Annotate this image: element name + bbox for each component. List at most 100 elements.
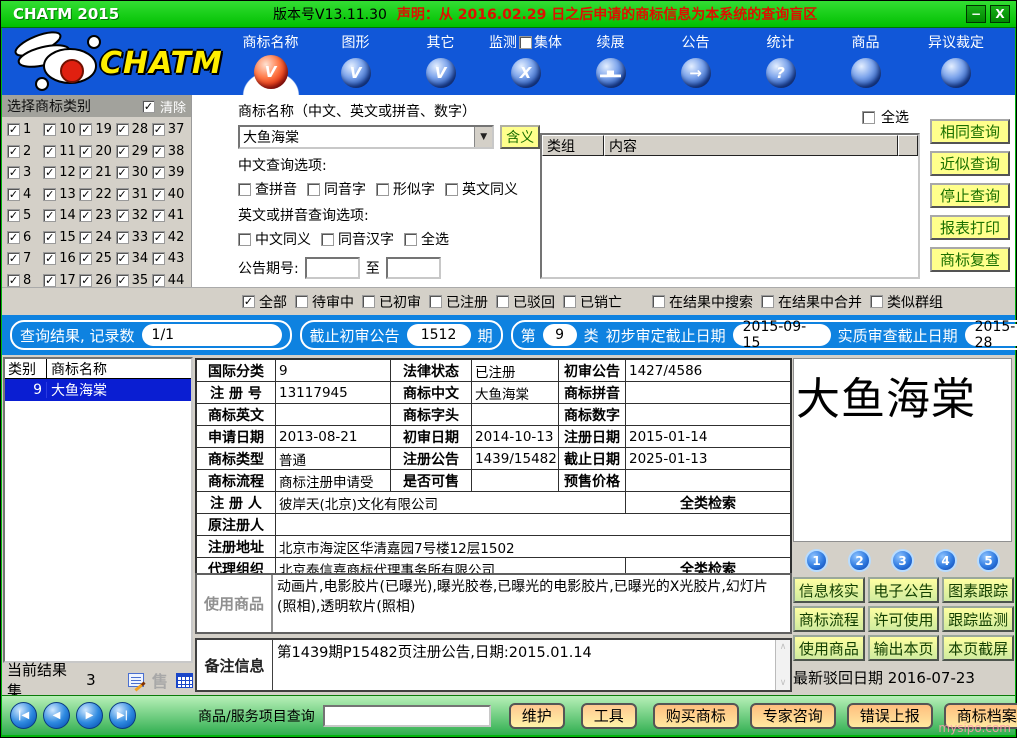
class-checkbox-30[interactable]: ✓ [116,166,129,179]
query-button-1[interactable]: 相同查询 [930,119,1010,144]
class-checkbox-39[interactable]: ✓ [152,166,165,179]
content-column-header[interactable]: 内容 [604,135,898,156]
class-checkbox-14[interactable]: ✓ [43,209,56,222]
class-checkbox-11[interactable]: ✓ [43,145,56,158]
class-checkbox-4[interactable]: ✓ [7,188,20,201]
page-circle-2[interactable]: 2 [848,549,871,572]
class-checkbox-8[interactable]: ✓ [7,274,20,287]
table-row[interactable]: 9大鱼海棠 [5,379,191,401]
trademark-name-combobox[interactable]: 大鱼海棠 ▼ [238,125,494,149]
class-checkbox-12[interactable]: ✓ [43,166,56,179]
page-circle-5[interactable]: 5 [977,549,1000,572]
tools-icon[interactable]: X [511,58,541,88]
sale-icon[interactable]: 售 [152,668,168,692]
class-checkbox-20[interactable]: ✓ [79,145,92,158]
action-button-7[interactable]: 使用商品 [793,635,865,661]
nav-tab-9[interactable]: 异议裁定 [908,28,1004,95]
class-checkbox-37[interactable]: ✓ [152,123,165,136]
goods-query-input[interactable] [323,705,491,727]
class-group-list[interactable]: 类组 内容 [540,133,920,279]
class-checkbox-29[interactable]: ✓ [116,145,129,158]
cn-option-checkbox-4[interactable] [445,183,458,196]
status-filter-checkbox-9[interactable] [870,295,883,308]
meaning-button[interactable]: 含义 [500,125,540,149]
select-all-checkbox[interactable] [862,111,875,124]
class-checkbox-6[interactable]: ✓ [7,231,20,244]
full-class-search-button[interactable]: 全类检索 [626,492,790,513]
bottom-button-1[interactable]: 维护 [509,703,565,729]
class-checkbox-21[interactable]: ✓ [79,166,92,179]
combobox-dropdown-icon[interactable]: ▼ [474,127,492,147]
cn-option-checkbox-1[interactable] [238,183,251,196]
cn-option-checkbox-2[interactable] [307,183,320,196]
clear-checkbox[interactable]: ✓ [142,100,155,113]
cn-option-checkbox-3[interactable] [376,183,389,196]
class-checkbox-2[interactable]: ✓ [7,145,20,158]
status-filter-checkbox-4[interactable] [429,295,442,308]
status-filter-checkbox-7[interactable] [652,295,665,308]
action-button-6[interactable]: 跟踪监测 [942,606,1014,632]
class-checkbox-33[interactable]: ✓ [116,231,129,244]
page-circle-4[interactable]: 4 [934,549,957,572]
query-button-4[interactable]: 报表打印 [930,215,1010,240]
bottom-button-2[interactable]: 工具 [581,703,637,729]
v-icon[interactable]: V [254,55,288,89]
status-filter-checkbox-1[interactable]: ✓ [242,295,255,308]
status-filter-checkbox-2[interactable] [295,295,308,308]
class-checkbox-32[interactable]: ✓ [116,209,129,222]
query-button-5[interactable]: 商标复查 [930,247,1010,272]
table-view-icon[interactable] [176,673,193,688]
class-checkbox-40[interactable]: ✓ [152,188,165,201]
nav-tab-2[interactable]: 图形V [313,28,398,95]
class-checkbox-17[interactable]: ✓ [43,274,56,287]
class-checkbox-16[interactable]: ✓ [43,252,56,265]
scroll-down-icon[interactable]: ∨ [780,678,787,688]
class-checkbox-24[interactable]: ✓ [79,231,92,244]
action-button-2[interactable]: 电子公告 [868,577,940,603]
nav-tab-8[interactable]: 商品 [823,28,908,95]
class-checkbox-15[interactable]: ✓ [43,231,56,244]
next-page-button[interactable]: ▶ [76,702,103,729]
nav-tab-1[interactable]: 商标名称V [228,28,313,95]
last-page-button[interactable]: ▶| [109,702,136,729]
question-icon[interactable]: ? [766,58,796,88]
class-checkbox-44[interactable]: ✓ [152,274,165,287]
en-option-checkbox-3[interactable] [404,233,417,246]
status-filter-checkbox-8[interactable] [761,295,774,308]
edit-note-icon[interactable] [128,673,144,687]
arrow-icon[interactable]: → [681,58,711,88]
query-button-2[interactable]: 近似查询 [930,151,1010,176]
action-button-8[interactable]: 输出本页 [868,635,940,661]
action-button-3[interactable]: 图素跟踪 [942,577,1014,603]
status-filter-checkbox-6[interactable] [563,295,576,308]
class-checkbox-35[interactable]: ✓ [116,274,129,287]
bottom-button-3[interactable]: 购买商标 [653,703,739,729]
close-button[interactable]: X [990,5,1010,23]
minimize-button[interactable]: − [966,5,986,23]
page-circle-1[interactable]: 1 [805,549,828,572]
query-button-3[interactable]: 停止查询 [930,183,1010,208]
ball-icon[interactable] [941,58,971,88]
status-filter-checkbox-5[interactable] [496,295,509,308]
class-checkbox-31[interactable]: ✓ [116,188,129,201]
status-filter-checkbox-3[interactable] [362,295,375,308]
chart-icon[interactable]: ▂▅▂ [596,58,626,88]
bottom-button-4[interactable]: 专家咨询 [750,703,836,729]
class-checkbox-19[interactable]: ✓ [79,123,92,136]
class-checkbox-28[interactable]: ✓ [116,123,129,136]
action-button-9[interactable]: 本页截屏 [942,635,1014,661]
ball-icon[interactable] [851,58,881,88]
class-checkbox-34[interactable]: ✓ [116,252,129,265]
nav-tab-3[interactable]: 其它V [398,28,483,95]
group-column-header[interactable]: 类组 [542,135,604,156]
nav-tab-6[interactable]: 公告→ [653,28,738,95]
nav-tab-checkbox[interactable] [519,36,532,49]
action-button-5[interactable]: 许可使用 [868,606,940,632]
result-list[interactable]: 类别 商标名称 9大鱼海棠 [3,357,193,663]
scroll-up-icon[interactable]: ∧ [780,642,787,652]
nav-tab-7[interactable]: 统计? [738,28,823,95]
class-checkbox-5[interactable]: ✓ [7,209,20,222]
gazette-from-input[interactable] [305,257,360,279]
prev-page-button[interactable]: ◀ [43,702,70,729]
action-button-4[interactable]: 商标流程 [793,606,865,632]
